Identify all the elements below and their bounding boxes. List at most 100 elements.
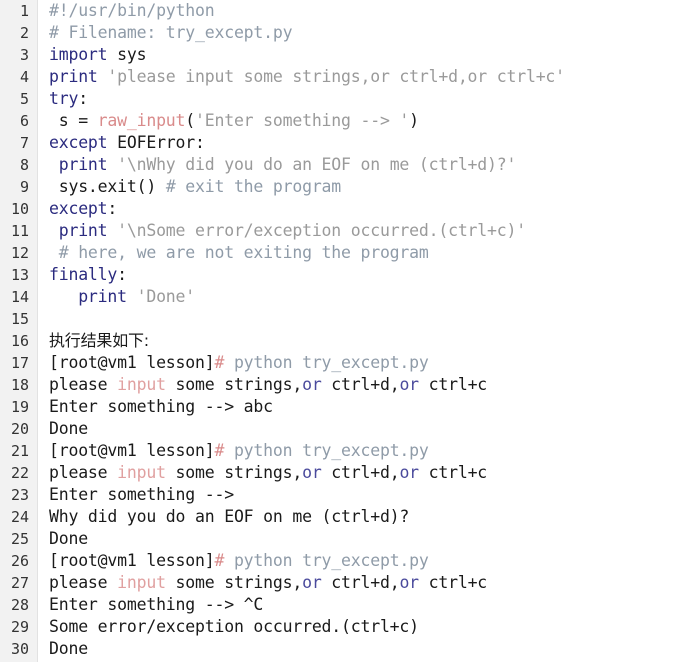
code-token-plain: sys <box>107 45 147 64</box>
code-line: 18 please input some strings,or ctrl+d,or… <box>0 374 688 396</box>
code-token-comment: # exit the program <box>165 177 342 196</box>
code-line-content: print '\nWhy did you do an EOF on me (ct… <box>38 154 688 176</box>
code-token-plain: please <box>49 463 118 482</box>
code-token-func: raw_input <box>97 111 186 130</box>
code-token-plain: sys.exit() <box>49 177 166 196</box>
code-line: 19 Enter something --> abc <box>0 396 688 418</box>
code-line-content: Some error/exception occurred.(ctrl+c) <box>38 616 688 638</box>
code-token-prompt: [root@vm1 lesson] <box>49 551 215 570</box>
line-number: 15 <box>10 310 29 328</box>
code-token-plain: some strings, <box>165 375 303 394</box>
line-number: 11 <box>10 222 29 240</box>
code-token-cmd: python try_except.py <box>224 551 429 570</box>
code-token-plain: please <box>49 375 118 394</box>
code-line-content: print 'please input some strings,or ctrl… <box>38 66 688 88</box>
line-number: 18 <box>10 376 29 394</box>
code-token-plain: Done <box>49 639 88 658</box>
code-token-plain: Done <box>49 419 88 438</box>
code-token-builtin: or <box>302 463 322 482</box>
code-line: 10 except: <box>0 198 688 220</box>
code-line-content: Why did you do an EOF on me (ctrl+d)? <box>38 506 688 528</box>
code-listing: 1 #!/usr/bin/python 2 # Filename: try_excep… <box>0 0 688 662</box>
code-token-cmd: python try_except.py <box>224 441 429 460</box>
line-number: 12 <box>10 244 29 262</box>
code-token-plain: ( <box>185 111 196 130</box>
code-line-content: #!/usr/bin/python <box>38 0 688 22</box>
code-token-plain: ) <box>409 111 419 130</box>
code-line: 12 # here, we are not exiting the progra… <box>0 242 688 264</box>
code-token-plain: ctrl+c <box>418 375 488 394</box>
code-line-content: s = raw_input('Enter something --> ') <box>38 110 688 132</box>
code-token-plain: : <box>78 89 88 108</box>
code-token-keyword: except <box>49 199 108 218</box>
code-line-content: finally: <box>38 264 688 286</box>
code-token-plain: : <box>117 265 127 284</box>
code-token-comment: #!/usr/bin/python <box>49 1 215 20</box>
line-number: 28 <box>10 596 29 614</box>
code-line-content: Done <box>38 418 688 440</box>
code-token-string: '\nSome error/exception occurred.(ctrl+c… <box>117 221 526 240</box>
code-line: 13 finally: <box>0 264 688 286</box>
code-line: 29 Some error/exception occurred.(ctrl+c) <box>0 616 688 638</box>
code-token-plain: s = <box>49 111 98 130</box>
code-token-plain: ctrl+d, <box>321 573 400 592</box>
line-number: 5 <box>19 90 29 108</box>
code-token-plain: Enter something --> <box>49 485 234 504</box>
code-token-plain: Enter something --> abc <box>49 397 273 416</box>
code-line: 26 [root@vm1 lesson]# python try_except.p… <box>0 550 688 572</box>
code-line: 28 Enter something --> ^C <box>0 594 688 616</box>
code-token-keyword: print <box>58 155 108 174</box>
code-line-content: try: <box>38 88 688 110</box>
code-token-plain: EOFError: <box>107 133 205 152</box>
code-line: 22 please input some strings,or ctrl+d,or… <box>0 462 688 484</box>
code-line-content: 执行结果如下: <box>38 330 688 352</box>
code-line-content: Enter something --> ^C <box>38 594 688 616</box>
code-token-string: 'please input some strings,or ctrl+d,or … <box>107 67 565 86</box>
code-token-plain: Done <box>49 529 88 548</box>
code-line: 2 # Filename: try_except.py <box>0 22 688 44</box>
code-token-pink: input <box>117 463 166 482</box>
code-token-keyword: print <box>58 221 108 240</box>
code-token-builtin: or <box>302 573 322 592</box>
code-line: 20 Done <box>0 418 688 440</box>
code-token-plain: ctrl+c <box>418 573 488 592</box>
code-token-plain: ctrl+d, <box>321 375 400 394</box>
code-token-plain: please <box>49 573 118 592</box>
code-line-content: # here, we are not exiting the program <box>38 242 688 264</box>
line-number: 23 <box>10 486 29 504</box>
code-line: 21 [root@vm1 lesson]# python try_except.p… <box>0 440 688 462</box>
code-token-string: 'Enter something --> ' <box>195 111 410 130</box>
code-token-hash: # <box>214 551 225 570</box>
line-number: 6 <box>19 112 29 130</box>
code-token-plain: ctrl+c <box>418 463 488 482</box>
code-line: 5 try: <box>0 88 688 110</box>
code-line: 24 Why did you do an EOF on me (ctrl+d)? <box>0 506 688 528</box>
line-number: 4 <box>19 68 29 86</box>
code-line: 25 Done <box>0 528 688 550</box>
code-token-prompt: [root@vm1 lesson] <box>49 353 215 372</box>
code-token-plain: Why did you do an EOF on me (ctrl+d)? <box>49 507 410 526</box>
line-number: 25 <box>10 530 29 548</box>
code-token-comment: # here, we are not exiting the program <box>49 243 429 262</box>
code-line-content: sys.exit() # exit the program <box>38 176 688 198</box>
code-line-content: Done <box>38 528 688 550</box>
code-line-content: please input some strings,or ctrl+d,or c… <box>38 374 688 396</box>
code-token-cmd: python try_except.py <box>224 353 429 372</box>
line-number: 7 <box>19 134 29 152</box>
code-token-plain: some strings, <box>165 463 303 482</box>
code-line: 1 #!/usr/bin/python <box>0 0 688 22</box>
code-token-builtin: or <box>399 573 419 592</box>
code-token-string: 'Done' <box>136 287 196 306</box>
code-line-content: Enter something --> <box>38 484 688 506</box>
line-number: 1 <box>19 2 29 20</box>
code-line: 3 import sys <box>0 44 688 66</box>
code-line-content: except EOFError: <box>38 132 688 154</box>
line-number: 10 <box>10 200 29 218</box>
code-line: 15 <box>0 308 688 330</box>
code-line-content: Done <box>38 638 688 660</box>
code-token-builtin: or <box>302 375 322 394</box>
code-line: 6 s = raw_input('Enter something --> ') <box>0 110 688 132</box>
